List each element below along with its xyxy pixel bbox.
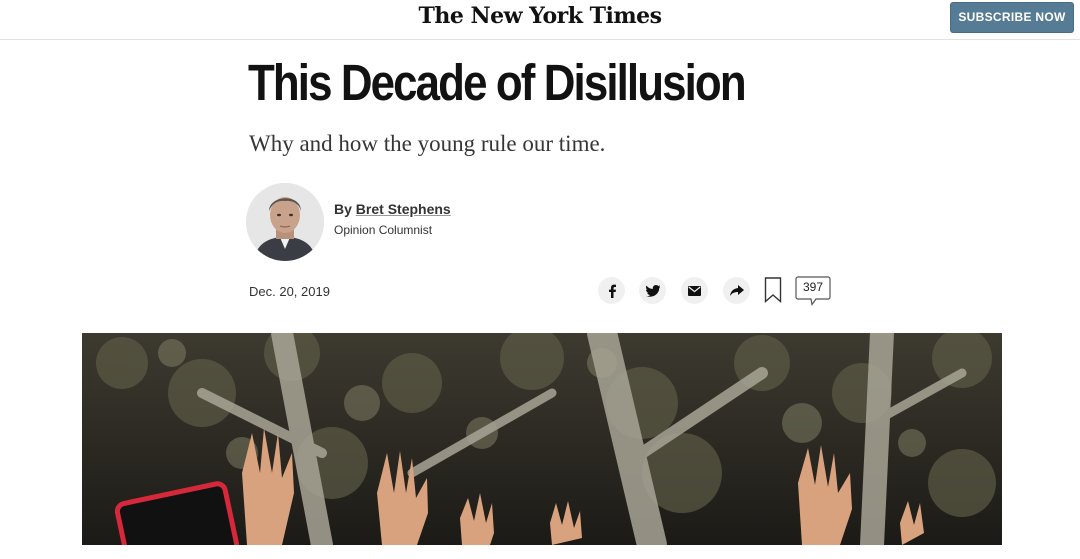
comment-count[interactable]: 397 [795, 280, 831, 294]
twitter-share-button[interactable] [639, 277, 666, 304]
article-summary: Why and how the young rule our time. [249, 131, 606, 156]
save-article-button[interactable] [764, 277, 782, 304]
email-icon [688, 285, 701, 296]
twitter-icon [645, 284, 660, 297]
byline: By Bret Stephens [334, 201, 451, 217]
author-link[interactable]: Bret Stephens [356, 201, 451, 217]
facebook-share-button[interactable] [598, 277, 625, 304]
nyt-logo[interactable]: The New York Times [0, 3, 1080, 29]
share-icon [729, 284, 744, 296]
article-headline: This Decade of Disillusion [248, 54, 747, 111]
facebook-icon [608, 284, 616, 298]
byline-prefix: By [334, 201, 352, 217]
subscribe-button[interactable]: SUBSCRIBE NOW [950, 2, 1074, 33]
publish-date: Dec. 20, 2019 [249, 284, 330, 299]
bookmark-icon [764, 277, 782, 304]
author-role: Opinion Columnist [334, 223, 433, 237]
lead-photo [82, 333, 1002, 545]
masthead-bar: The New York Times SUBSCRIBE NOW [0, 0, 1080, 40]
more-share-button[interactable] [723, 277, 750, 304]
author-avatar[interactable] [246, 183, 324, 261]
email-share-button[interactable] [681, 277, 708, 304]
